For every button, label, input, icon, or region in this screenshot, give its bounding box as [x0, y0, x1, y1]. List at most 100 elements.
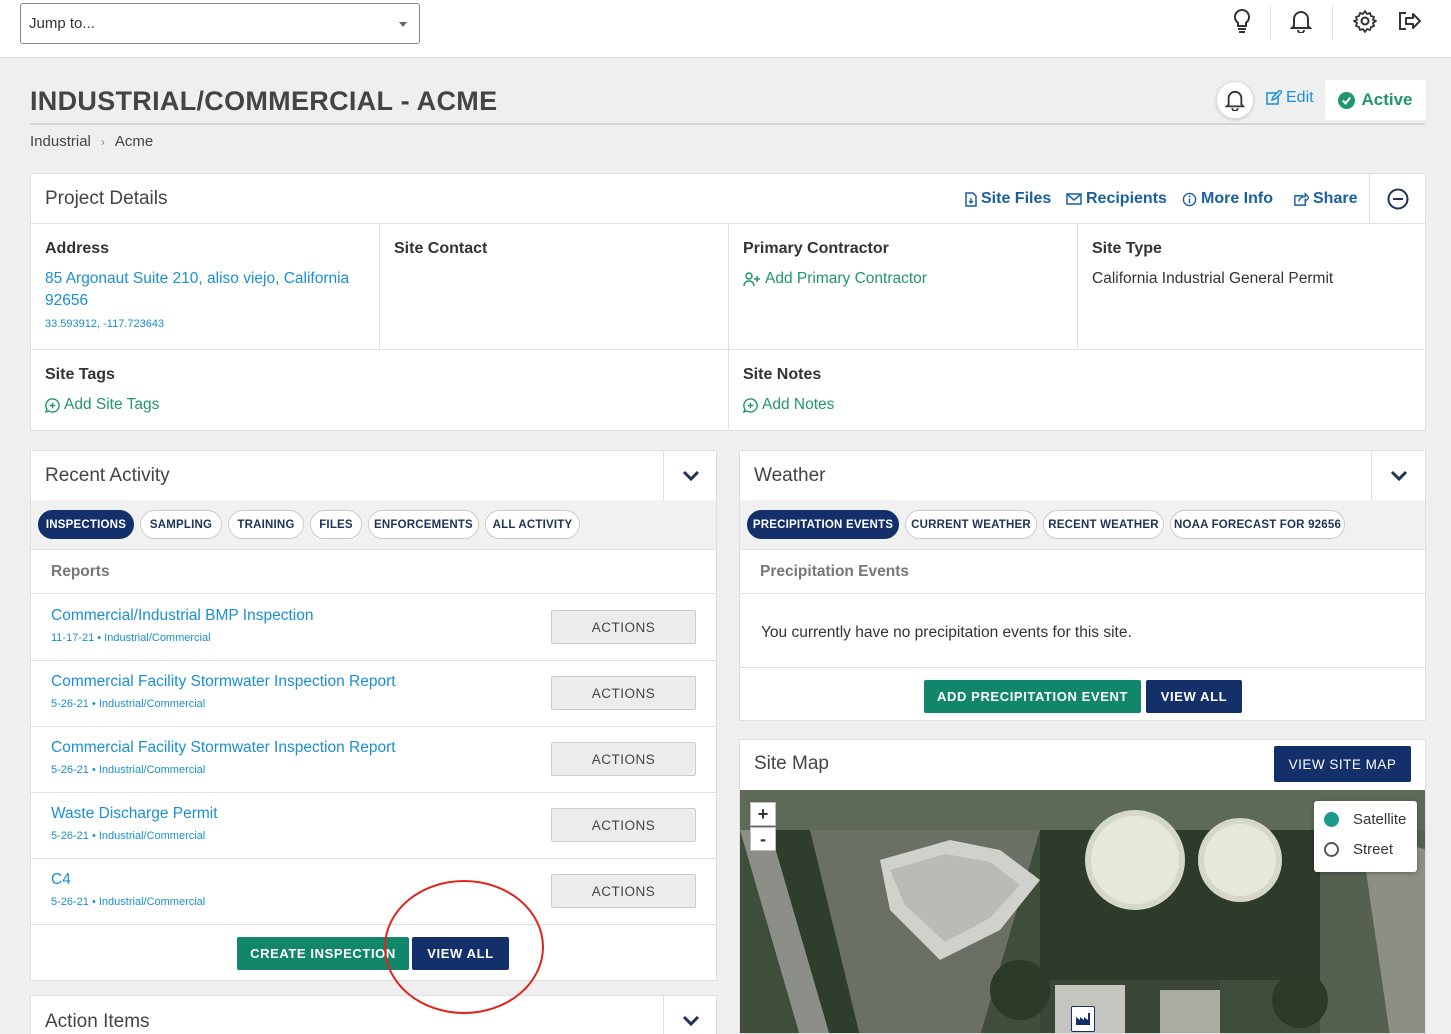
- primary-contractor-cell: Primary Contractor Add Primary Contracto…: [729, 224, 1078, 350]
- coordinates[interactable]: 33.593912, -117.723643: [45, 318, 365, 330]
- radio-unselected[interactable]: [1324, 842, 1339, 857]
- actions-button[interactable]: ACTIONS: [551, 808, 696, 842]
- site-contact-label: Site Contact: [394, 240, 488, 257]
- edit-icon: [1266, 90, 1282, 105]
- view-site-map-button[interactable]: VIEW SITE MAP: [1274, 746, 1411, 782]
- project-details-panel: Project Details Site Files Recipients Mo…: [30, 173, 1427, 431]
- title-divider: [30, 123, 1425, 125]
- site-type-cell: Site Type California Industrial General …: [1078, 224, 1427, 350]
- panel-header: Project Details Site Files Recipients Mo…: [31, 174, 1425, 224]
- actions-button[interactable]: ACTIONS: [551, 742, 696, 776]
- more-info-link[interactable]: More Info: [1182, 190, 1273, 208]
- edit-label: Edit: [1286, 89, 1314, 106]
- recipients-link[interactable]: Recipients: [1066, 190, 1167, 208]
- table-row: C4 5-26-21 • Industrial/Commercial ACTIO…: [31, 859, 716, 925]
- add-notes-link[interactable]: Add Notes: [743, 394, 1413, 416]
- add-site-tags-link[interactable]: Add Site Tags: [45, 394, 714, 416]
- report-title-link[interactable]: C4: [51, 871, 71, 889]
- table-row: Commercial/Industrial BMP Inspection 11-…: [31, 595, 716, 661]
- breadcrumb-item[interactable]: Industrial: [30, 133, 91, 150]
- layer-option-street[interactable]: Street: [1324, 841, 1393, 858]
- actions-button[interactable]: ACTIONS: [551, 610, 696, 644]
- site-tags-label: Site Tags: [45, 366, 115, 383]
- page-title: INDUSTRIAL/COMMERCIAL - ACME: [30, 86, 498, 116]
- map-layer-switcher: Satellite Street: [1314, 801, 1417, 872]
- tab-recent-weather[interactable]: RECENT WEATHER: [1043, 510, 1164, 539]
- expand-button[interactable]: [663, 996, 718, 1034]
- comment-plus-icon: [45, 397, 60, 413]
- tab-training[interactable]: TRAINING: [228, 510, 304, 539]
- actions-button[interactable]: ACTIONS: [551, 676, 696, 710]
- expand-button[interactable]: [1371, 451, 1426, 500]
- report-meta: 11-17-21 • Industrial/Commercial: [51, 632, 211, 644]
- user-plus-icon: [743, 271, 760, 286]
- site-files-label: Site Files: [981, 190, 1052, 207]
- address-link[interactable]: 85 Argonaut Suite 210, aliso viejo, Cali…: [45, 268, 365, 312]
- activity-tabs: INSPECTIONS SAMPLING TRAINING FILES ENFO…: [31, 500, 716, 550]
- check-circle-icon: [1338, 91, 1356, 109]
- breadcrumb: Industrial › Acme: [30, 133, 153, 150]
- jump-to-select[interactable]: Jump to...: [20, 3, 420, 44]
- site-notes-label: Site Notes: [743, 366, 822, 383]
- divider: [1332, 5, 1333, 39]
- logout-icon[interactable]: [1394, 6, 1424, 36]
- expand-button[interactable]: [663, 451, 718, 500]
- address-label: Address: [45, 240, 110, 257]
- site-files-link[interactable]: Site Files: [965, 190, 1051, 208]
- layer-label: Satellite: [1353, 811, 1407, 828]
- factory-icon: [1076, 1013, 1090, 1025]
- collapse-button[interactable]: [1369, 174, 1425, 224]
- table-row: Commercial Facility Stormwater Inspectio…: [31, 727, 716, 793]
- bell-icon[interactable]: [1286, 6, 1316, 36]
- view-all-precipitation-button[interactable]: VIEW ALL: [1146, 680, 1242, 713]
- jump-to-placeholder: Jump to...: [29, 15, 95, 32]
- status-badge[interactable]: Active: [1325, 80, 1426, 120]
- layer-option-satellite[interactable]: Satellite: [1324, 811, 1406, 828]
- share-link[interactable]: Share: [1292, 190, 1357, 208]
- add-site-tags-label: Add Site Tags: [64, 396, 160, 413]
- edit-link[interactable]: Edit: [1266, 89, 1314, 107]
- share-label: Share: [1313, 190, 1358, 207]
- gear-icon[interactable]: [1350, 6, 1380, 36]
- empty-message: You currently have no precipitation even…: [740, 595, 1425, 668]
- site-contact-cell: Site Contact: [380, 224, 729, 350]
- zoom-in-button[interactable]: +: [750, 802, 776, 826]
- report-title-link[interactable]: Commercial/Industrial BMP Inspection: [51, 607, 313, 625]
- tab-noaa-forecast[interactable]: NOAA FORECAST FOR 92656: [1170, 510, 1345, 539]
- action-items-panel: Action Items: [30, 995, 717, 1034]
- breadcrumb-item[interactable]: Acme: [115, 133, 153, 150]
- address-cell: Address 85 Argonaut Suite 210, aliso vie…: [31, 224, 380, 350]
- map-canvas[interactable]: + - Satellite Street: [740, 790, 1425, 1033]
- tab-inspections[interactable]: INSPECTIONS: [38, 510, 134, 539]
- report-meta: 5-26-21 • Industrial/Commercial: [51, 764, 206, 776]
- zoom-out-button[interactable]: -: [750, 827, 776, 851]
- panel-title: Project Details: [45, 188, 168, 209]
- actions-button[interactable]: ACTIONS: [551, 874, 696, 908]
- reports-heading: Reports: [31, 550, 716, 594]
- precipitation-heading: Precipitation Events: [740, 550, 1425, 594]
- tab-files[interactable]: FILES: [310, 510, 362, 539]
- report-title-link[interactable]: Waste Discharge Permit: [51, 805, 218, 823]
- add-precipitation-event-button[interactable]: ADD PRECIPITATION EVENT: [924, 680, 1141, 713]
- radio-selected[interactable]: [1324, 812, 1339, 827]
- report-title-link[interactable]: Commercial Facility Stormwater Inspectio…: [51, 673, 396, 691]
- add-primary-contractor-link[interactable]: Add Primary Contractor: [743, 268, 1063, 290]
- subscribe-bell-button[interactable]: [1216, 81, 1254, 119]
- divider: [1270, 5, 1271, 39]
- report-title-link[interactable]: Commercial Facility Stormwater Inspectio…: [51, 739, 396, 757]
- tab-current-weather[interactable]: CURRENT WEATHER: [905, 510, 1037, 539]
- panel-title: Weather: [754, 465, 826, 486]
- highlight-circle-annotation: [384, 880, 544, 1014]
- tab-sampling[interactable]: SAMPLING: [140, 510, 222, 539]
- more-info-label: More Info: [1201, 190, 1273, 207]
- chevron-down-icon: [682, 1015, 700, 1026]
- site-marker[interactable]: [1071, 1006, 1095, 1032]
- tab-precipitation-events[interactable]: PRECIPITATION EVENTS: [747, 510, 899, 539]
- tab-enforcements[interactable]: ENFORCEMENTS: [368, 510, 479, 539]
- report-meta: 5-26-21 • Industrial/Commercial: [51, 896, 206, 908]
- lightbulb-icon[interactable]: [1227, 6, 1257, 36]
- site-type-label: Site Type: [1092, 240, 1162, 257]
- report-meta: 5-26-21 • Industrial/Commercial: [51, 830, 206, 842]
- tab-all-activity[interactable]: ALL ACTIVITY: [485, 510, 580, 539]
- share-icon: [1294, 191, 1309, 206]
